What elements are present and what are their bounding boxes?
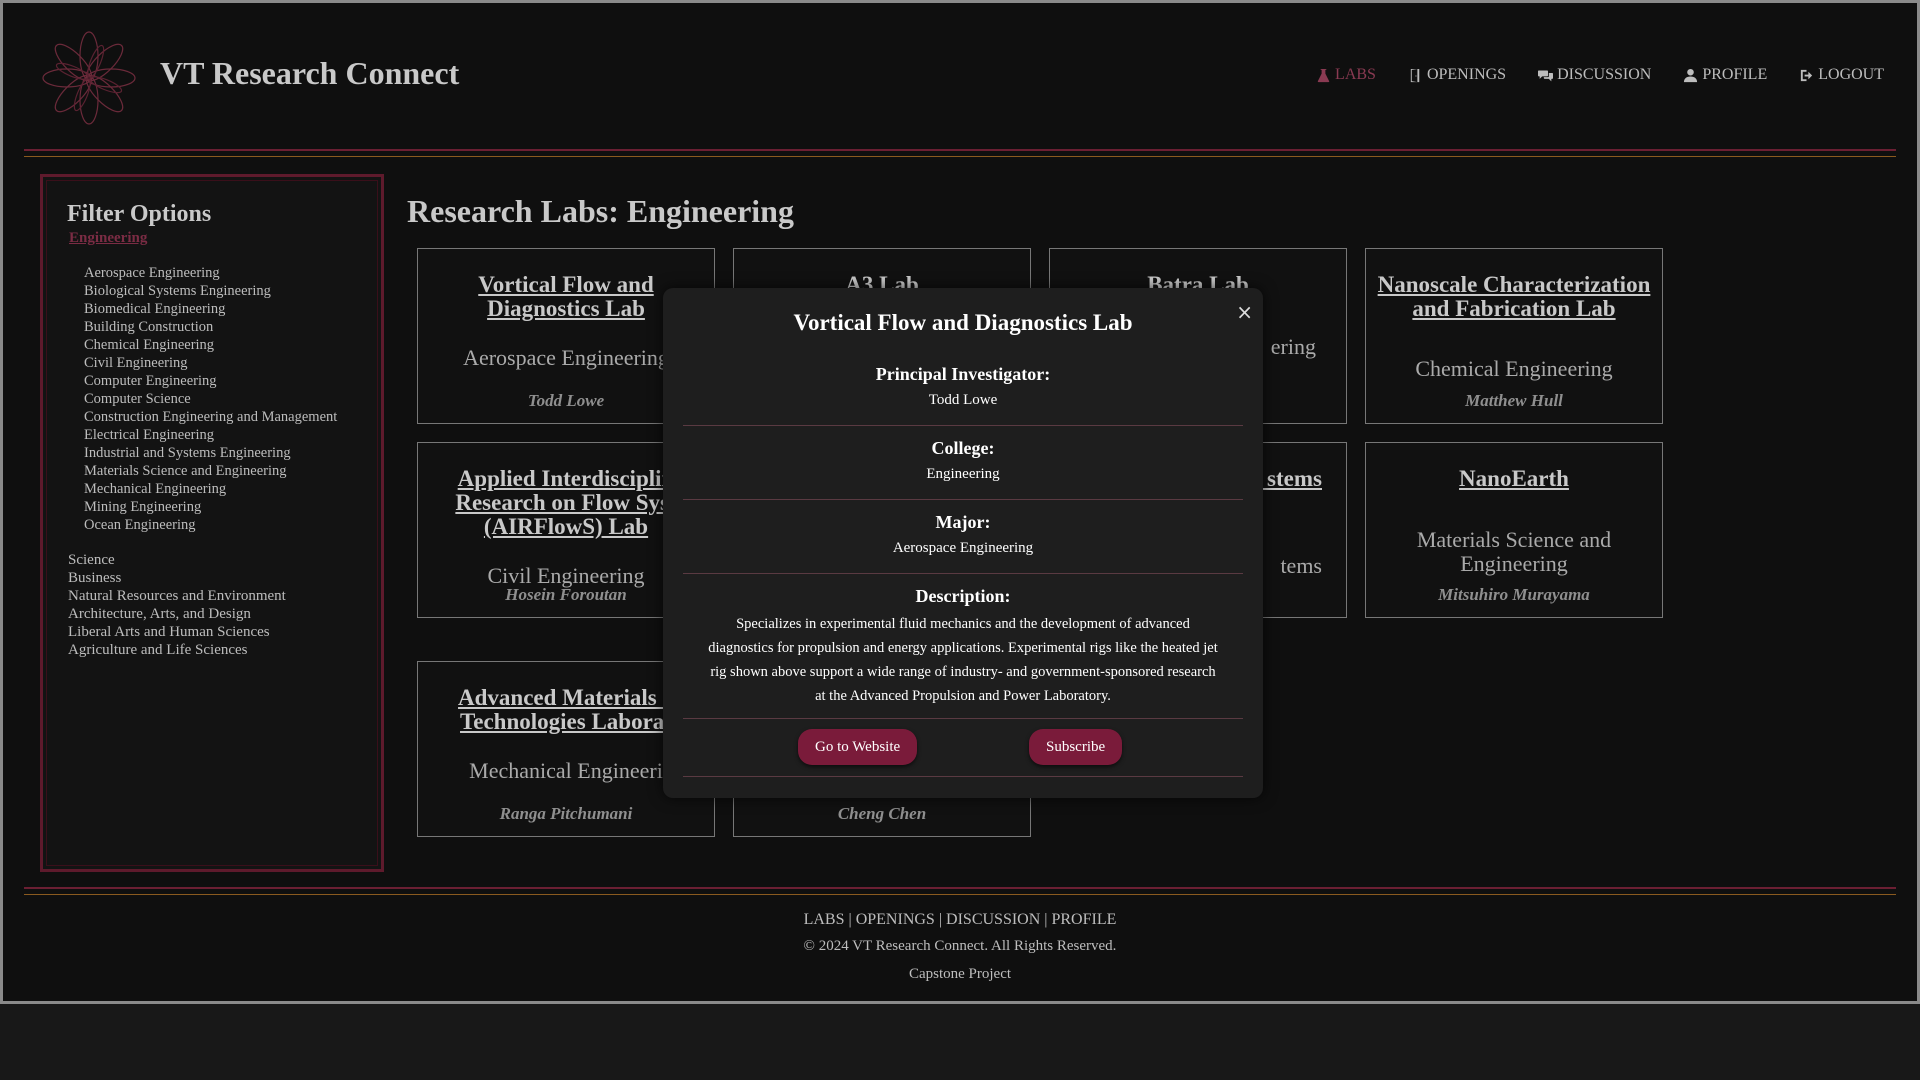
- footer-divider-accent: [24, 894, 1896, 895]
- user-icon: [1684, 68, 1698, 82]
- flask-icon: [1317, 68, 1330, 82]
- subject-item[interactable]: Civil Engineering: [84, 354, 337, 372]
- header-divider: [24, 149, 1896, 151]
- nav-logout-label: LOGOUT: [1818, 66, 1884, 83]
- college-item[interactable]: Business: [68, 569, 286, 587]
- lab-card[interactable]: NanoEarth Materials Science and Engineer…: [1365, 442, 1663, 618]
- subject-item[interactable]: Computer Engineering: [84, 372, 337, 390]
- subject-item[interactable]: Biological Systems Engineering: [84, 282, 337, 300]
- lab-pi: Cheng Chen: [837, 804, 927, 823]
- nav-labs-label: LABS: [1335, 66, 1376, 83]
- go-to-website-button[interactable]: Go to Website: [798, 729, 918, 765]
- door-icon: [1410, 68, 1420, 82]
- nav-discussion[interactable]: DISCUSSION: [1538, 66, 1651, 84]
- lab-department: Materials Science and Engineering: [1416, 527, 1612, 576]
- subject-item[interactable]: Ocean Engineering: [84, 516, 337, 534]
- lab-pi: Matthew Hull: [1465, 391, 1563, 410]
- copyright: © 2024 VT Research Connect. All Rights R…: [803, 938, 1117, 954]
- nav-openings-label: OPENINGS: [1426, 66, 1507, 83]
- modal-divider: [683, 499, 1243, 500]
- filter-college-engineering[interactable]: Engineering: [69, 230, 147, 247]
- page-title: Research Labs: Engineering: [407, 193, 794, 229]
- subscribe-button[interactable]: Subscribe: [1029, 729, 1123, 765]
- description-heading: Description:: [915, 586, 1011, 606]
- subject-item[interactable]: Industrial and Systems Engineering: [84, 444, 337, 462]
- college-item[interactable]: Agriculture and Life Sciences: [68, 641, 286, 659]
- subject-list: Aerospace Engineering Biological Systems…: [84, 264, 337, 534]
- footer-separator: |: [848, 911, 852, 928]
- modal-divider: [683, 776, 1243, 777]
- sidebar-title: Filter Options: [67, 201, 212, 227]
- subject-item[interactable]: Computer Science: [84, 390, 337, 408]
- nav-discussion-label: DISCUSSION: [1557, 66, 1652, 83]
- lab-pi: Ranga Pitchumani: [499, 804, 633, 823]
- college-value: Engineering: [926, 466, 1000, 482]
- college-item[interactable]: Architecture, Arts, and Design: [68, 605, 286, 623]
- subject-item[interactable]: Electrical Engineering: [84, 426, 337, 444]
- logout-icon: [1801, 69, 1813, 81]
- header-divider-accent: [24, 156, 1896, 157]
- subject-item[interactable]: Building Construction: [84, 318, 337, 336]
- nav-labs[interactable]: LABS: [1316, 66, 1376, 84]
- app-frame: VT Research Connect LABS OPENINGS DISCUS…: [0, 0, 1920, 1004]
- footer-divider: [24, 887, 1896, 889]
- modal-divider: [683, 718, 1243, 719]
- main-nav: LABS OPENINGS DISCUSSION PROFILE LOGOUT: [1316, 66, 1884, 84]
- nav-profile-label: PROFILE: [1702, 66, 1768, 83]
- major-value: Aerospace Engineering: [892, 540, 1034, 556]
- nav-openings[interactable]: OPENINGS: [1408, 66, 1506, 84]
- site-title[interactable]: VT Research Connect: [160, 55, 459, 92]
- subject-item[interactable]: Mechanical Engineering: [84, 480, 337, 498]
- college-item[interactable]: Natural Resources and Environment: [68, 587, 286, 605]
- footer-separator: |: [1044, 911, 1048, 928]
- footer-link-profile[interactable]: PROFILE: [1051, 911, 1116, 928]
- modal-divider: [683, 573, 1243, 574]
- subject-item[interactable]: Construction Engineering and Management: [84, 408, 337, 426]
- filter-sidebar: Filter Options Engineering Aerospace Eng…: [40, 174, 384, 872]
- comments-icon: [1538, 70, 1554, 81]
- modal-title: Vortical Flow and Diagnostics Lab: [793, 310, 1133, 335]
- footer-link-labs[interactable]: LABS: [804, 911, 845, 928]
- modal-divider: [683, 425, 1243, 426]
- footer-link-openings[interactable]: OPENINGS: [856, 911, 935, 928]
- subject-item[interactable]: Biomedical Engineering: [84, 300, 337, 318]
- college-item[interactable]: Science: [68, 551, 286, 569]
- college-list: Science Business Natural Resources and E…: [68, 551, 286, 659]
- nav-profile[interactable]: PROFILE: [1683, 66, 1767, 84]
- pi-value: Todd Lowe: [928, 392, 998, 408]
- college-item[interactable]: Liberal Arts and Human Sciences: [68, 623, 286, 641]
- lab-pi: Mitsuhiro Murayama: [1438, 585, 1590, 604]
- footer-link-discussion[interactable]: DISCUSSION: [946, 911, 1040, 928]
- footer-note: Capstone Project: [908, 966, 1012, 982]
- subject-item[interactable]: Aerospace Engineering: [84, 264, 337, 282]
- lab-name-link[interactable]: Nanoscale Characterization and Fabricati…: [1374, 273, 1654, 321]
- lab-card[interactable]: Nanoscale Characterization and Fabricati…: [1365, 248, 1663, 424]
- footer-nav: LABS | OPENINGS | DISCUSSION | PROFILE: [3, 911, 1917, 929]
- major-heading: Major:: [935, 512, 991, 532]
- subject-item[interactable]: Chemical Engineering: [84, 336, 337, 354]
- footer-separator: |: [938, 911, 943, 928]
- pi-heading: Principal Investigator:: [875, 364, 1051, 384]
- lab-department: Chemical Engineering: [1415, 356, 1613, 381]
- logo-flower-icon: [42, 31, 136, 125]
- lab-name-link[interactable]: NanoEarth: [1374, 467, 1654, 491]
- description-text: Specializes in experimental fluid mechan…: [708, 616, 1218, 704]
- college-heading: College:: [931, 438, 995, 458]
- subject-item[interactable]: Materials Science and Engineering: [84, 462, 337, 480]
- lab-details-modal: × Vortical Flow and Diagnostics Lab Prin…: [663, 288, 1263, 798]
- subject-item[interactable]: Mining Engineering: [84, 498, 337, 516]
- nav-logout[interactable]: LOGOUT: [1799, 66, 1884, 84]
